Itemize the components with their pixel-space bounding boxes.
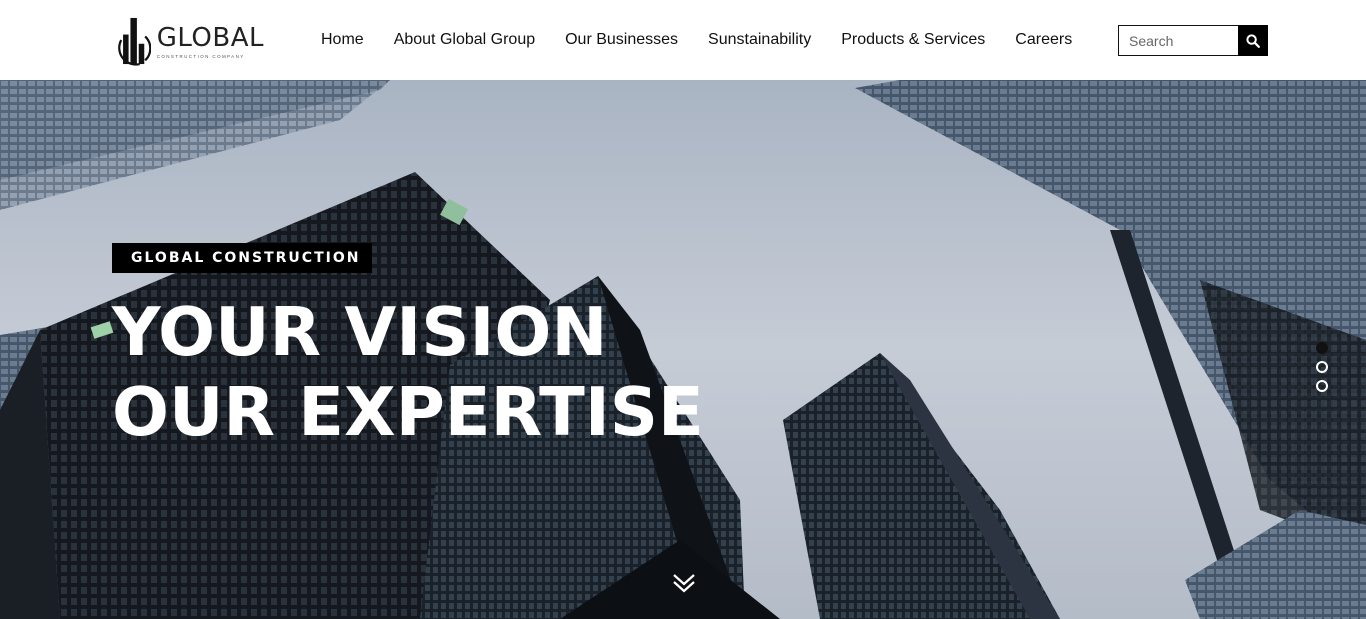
logo-buildings-icon <box>118 17 151 66</box>
slider-dot-3[interactable] <box>1316 380 1328 392</box>
double-chevron-down-icon[interactable] <box>671 570 697 596</box>
logo-tagline: CONSTRUCTION COMPANY <box>156 53 245 59</box>
slider-dot-2[interactable] <box>1316 361 1328 373</box>
nav-item-about[interactable]: About Global Group <box>379 0 550 80</box>
site-header: GLOBAL CONSTRUCTION COMPANY Home About G… <box>0 0 1366 80</box>
nav-item-products-services[interactable]: Products & Services <box>826 0 1000 80</box>
nav-item-home[interactable]: Home <box>306 0 379 80</box>
hero-headline: YOUR VISION OUR EXPERTISE <box>112 292 704 452</box>
hero-headline-line2: OUR EXPERTISE <box>112 373 704 451</box>
slider-dot-1[interactable] <box>1316 342 1328 354</box>
main-nav: Home About Global Group Our Businesses S… <box>306 0 1087 80</box>
logo-name: GLOBAL <box>156 22 264 53</box>
hero-slider: GLOBAL CONSTRUCTION YOUR VISION OUR EXPE… <box>0 80 1366 619</box>
nav-item-sustainability[interactable]: Sunstainability <box>693 0 826 80</box>
search-box <box>1118 25 1268 56</box>
logo[interactable]: GLOBAL CONSTRUCTION COMPANY <box>112 13 264 69</box>
hero-badge: GLOBAL CONSTRUCTION <box>112 243 372 273</box>
nav-item-careers[interactable]: Careers <box>1000 0 1087 80</box>
search-button[interactable] <box>1238 25 1268 56</box>
hero-headline-line1: YOUR VISION <box>112 293 608 371</box>
slider-pagination <box>1316 342 1328 392</box>
search-input[interactable] <box>1118 25 1238 56</box>
search-icon <box>1246 33 1260 48</box>
nav-item-businesses[interactable]: Our Businesses <box>550 0 693 80</box>
